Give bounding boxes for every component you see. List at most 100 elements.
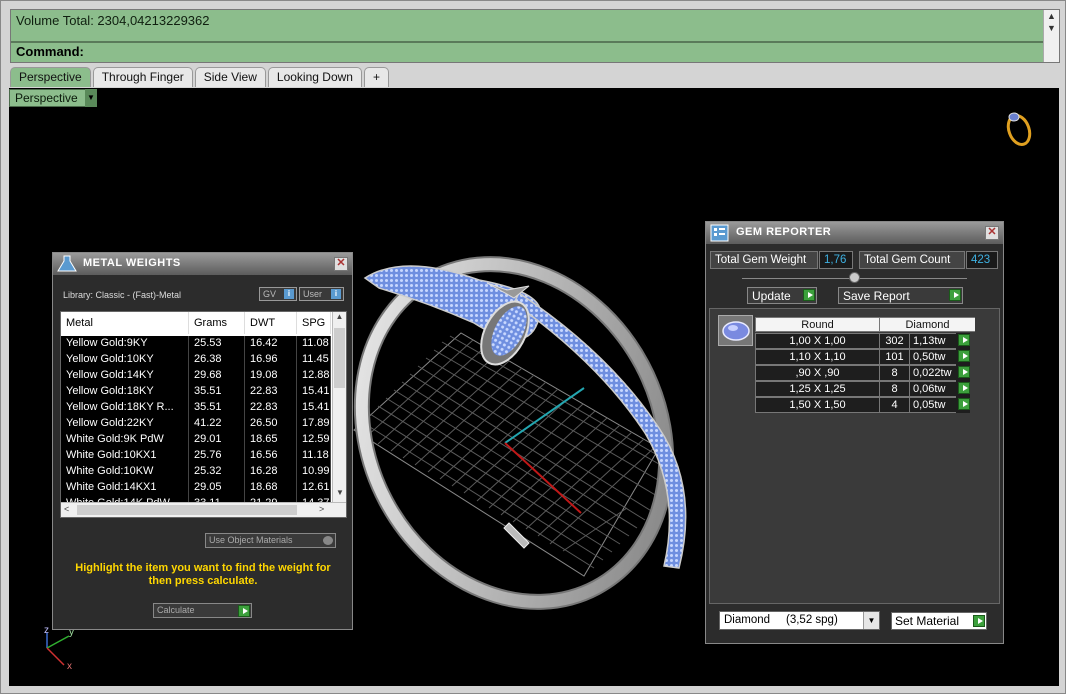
spg-value: 11.45	[297, 352, 331, 368]
radio-icon	[323, 536, 333, 545]
library-label: Library: Classic - (Fast)-Metal	[63, 290, 182, 300]
vertical-scrollbar[interactable]: ▲ ▼	[332, 312, 346, 502]
gem-size: 1,10 X 1,10	[755, 349, 879, 365]
panel-titlebar[interactable]: METAL WEIGHTS ✕	[53, 253, 352, 275]
gem-count: 8	[879, 365, 909, 381]
spg-value: 11.08	[297, 336, 331, 352]
spg-value: 12.59	[297, 432, 331, 448]
tab-side-view[interactable]: Side View	[194, 67, 266, 87]
command-scrollbar[interactable]: ▲ ▼	[1043, 10, 1059, 62]
update-button[interactable]: Update	[747, 287, 817, 304]
volume-output: Volume Total: 2304,04213229362	[11, 10, 1043, 41]
table-row[interactable]: Yellow Gold:10KY 26.38 16.96 11.45	[61, 352, 331, 368]
dwt-value: 18.65	[245, 432, 297, 448]
horizontal-scrollbar[interactable]: < >	[61, 502, 346, 517]
col-dwt[interactable]: DWT	[245, 312, 297, 334]
metal-name: White Gold:14KX1	[61, 480, 189, 496]
flask-icon	[57, 255, 77, 272]
chevron-right-icon[interactable]: >	[319, 504, 324, 514]
material-select-value: Diamond (3,52 spg)	[724, 614, 838, 626]
gem-thumbnail[interactable]	[718, 315, 753, 346]
chevron-down-icon[interactable]: ▼	[863, 612, 879, 629]
close-icon[interactable]: ✕	[334, 257, 348, 271]
gv-toggle[interactable]: GV i	[259, 287, 297, 301]
gem-count: 302	[879, 333, 909, 349]
set-material-button[interactable]: Set Material	[891, 612, 987, 630]
tab-perspective[interactable]: Perspective	[10, 67, 91, 87]
select-gems-button[interactable]	[958, 382, 970, 394]
table-row[interactable]: White Gold:10KX1 25.76 16.56 11.18	[61, 448, 331, 464]
tab-looking-down[interactable]: Looking Down	[267, 67, 362, 87]
scroll-up-icon[interactable]: ▲	[1044, 10, 1059, 22]
gem-row[interactable]: 1,00 X 1,00 302 1,13tw	[755, 333, 970, 349]
update-label: Update	[752, 289, 791, 303]
close-icon[interactable]: ✕	[985, 226, 999, 240]
dwt-value: 22.83	[245, 384, 297, 400]
col-grams[interactable]: Grams	[189, 312, 245, 334]
table-row[interactable]: Yellow Gold:18KY R... 35.51 22.83 15.41	[61, 400, 331, 416]
user-toggle[interactable]: User i	[299, 287, 344, 301]
gem-table-header: Round Diamond	[755, 317, 975, 332]
collapse-toggle-icon[interactable]	[849, 272, 860, 283]
table-row[interactable]: White Gold:14KX1 29.05 18.68 12.61	[61, 480, 331, 496]
viewport-name-label[interactable]: Perspective	[9, 89, 97, 107]
dwt-value: 19.08	[245, 368, 297, 384]
shape-header: Round	[755, 317, 879, 332]
scroll-down-icon[interactable]: ▼	[1044, 22, 1059, 34]
info-icon: i	[284, 289, 294, 299]
chevron-down-icon[interactable]: ▼	[85, 89, 97, 107]
metal-name: White Gold:10KX1	[61, 448, 189, 464]
select-gems-button[interactable]	[958, 366, 970, 378]
use-object-materials-toggle[interactable]: Use Object Materials	[205, 533, 336, 548]
gem-weight: 0,05tw	[909, 397, 956, 413]
metal-table[interactable]: Metal Grams DWT SPG Yellow Gold:9KY 25.53…	[60, 311, 347, 518]
gv-label: GV	[263, 289, 277, 299]
dwt-value: 22.83	[245, 400, 297, 416]
table-row[interactable]: White Gold:10KW 25.32 16.28 10.99	[61, 464, 331, 480]
table-row[interactable]: Yellow Gold:18KY 35.51 22.83 15.41	[61, 384, 331, 400]
gem-weight: 0,06tw	[909, 381, 956, 397]
col-metal[interactable]: Metal	[61, 312, 189, 334]
metal-name: Yellow Gold:18KY	[61, 384, 189, 400]
calculate-button[interactable]: Calculate	[153, 603, 252, 618]
table-row[interactable]: Yellow Gold:9KY 25.53 16.42 11.08	[61, 336, 331, 352]
panel-titlebar[interactable]: GEM REPORTER ✕	[706, 222, 1003, 244]
scroll-thumb[interactable]	[334, 328, 345, 388]
table-row[interactable]: Yellow Gold:22KY 41.22 26.50 17.89	[61, 416, 331, 432]
save-report-label: Save Report	[843, 289, 910, 303]
grams-value: 29.01	[189, 432, 245, 448]
gem-row[interactable]: 1,50 X 1,50 4 0,05tw	[755, 397, 970, 413]
spg-value: 15.41	[297, 400, 331, 416]
chevron-left-icon[interactable]: <	[64, 504, 69, 514]
gem-row[interactable]: ,90 X ,90 8 0,022tw	[755, 365, 970, 381]
panel-title: METAL WEIGHTS	[83, 257, 181, 269]
gem-row[interactable]: 1,25 X 1,25 8 0,06tw	[755, 381, 970, 397]
ring-model[interactable]	[304, 210, 724, 655]
spg-value: 10.99	[297, 464, 331, 480]
grams-value: 41.22	[189, 416, 245, 432]
axis-x-line	[504, 442, 582, 514]
table-row[interactable]: White Gold:9K PdW 29.01 18.65 12.59	[61, 432, 331, 448]
select-gems-button[interactable]	[958, 398, 970, 410]
select-gems-button[interactable]	[958, 334, 970, 346]
save-report-button[interactable]: Save Report	[838, 287, 963, 304]
chevron-up-icon[interactable]: ▲	[333, 312, 346, 326]
material-select[interactable]: Diamond (3,52 spg) ▼	[719, 611, 880, 630]
col-spg[interactable]: SPG	[297, 312, 331, 334]
total-gem-count-label: Total Gem Count	[859, 251, 965, 269]
command-input[interactable]: Command:	[11, 43, 1043, 62]
table-row[interactable]: Yellow Gold:14KY 29.68 19.08 12.88	[61, 368, 331, 384]
grams-value: 29.68	[189, 368, 245, 384]
spg-value: 15.41	[297, 384, 331, 400]
select-gems-button[interactable]	[958, 350, 970, 362]
chevron-down-icon[interactable]: ▼	[333, 488, 346, 502]
tab-through-finger[interactable]: Through Finger	[92, 67, 193, 87]
add-tab-button[interactable]: +	[363, 67, 389, 87]
scroll-thumb[interactable]	[77, 505, 297, 515]
gem-weight: 0,022tw	[909, 365, 956, 381]
gem-row[interactable]: 1,10 X 1,10 101 0,50tw	[755, 349, 970, 365]
total-gem-weight-label: Total Gem Weight	[710, 251, 818, 269]
use-object-materials-label: Use Object Materials	[209, 535, 293, 545]
calculate-label: Calculate	[157, 605, 195, 615]
ring-thumbnail-icon[interactable]	[1004, 112, 1033, 147]
